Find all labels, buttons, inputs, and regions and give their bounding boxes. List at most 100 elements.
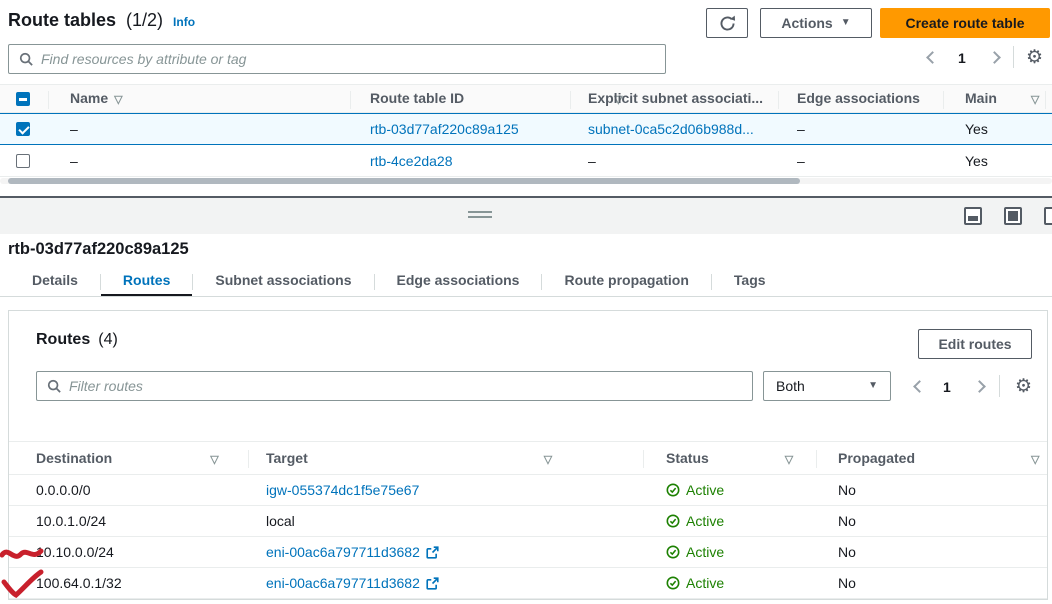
routes-count: (4) [98, 331, 118, 349]
select-all-checkbox[interactable] [16, 92, 30, 106]
route-scope-select[interactable]: Both ▼ [763, 371, 891, 401]
prev-page-button[interactable] [920, 46, 942, 68]
page-number[interactable]: 1 [958, 50, 966, 66]
cell-main: Yes [965, 153, 988, 169]
layout-bottom-panel-icon[interactable] [964, 207, 982, 225]
cell-status: Active [666, 544, 724, 560]
layout-side-panel-icon[interactable] [1044, 207, 1052, 225]
column-header-edge-associations[interactable]: Edge associations [797, 90, 920, 106]
route-tables-console: Route tables (1/2) Info Actions ▼ Create… [0, 0, 1052, 604]
row-checkbox[interactable] [16, 154, 30, 168]
horizontal-scrollbar-track [0, 178, 1052, 184]
target-link[interactable]: eni-00ac6a797711d3682 [266, 575, 439, 591]
tab-tags[interactable]: Tags [712, 266, 788, 297]
page-title: Route tables [8, 10, 116, 31]
status-active-icon [666, 483, 680, 497]
sort-icon: ▽ [785, 454, 793, 466]
next-page-button[interactable] [982, 46, 1004, 68]
divider [1013, 46, 1014, 68]
tab-subnet-associations[interactable]: Subnet associations [193, 266, 373, 297]
sort-icon: ▽ [1031, 94, 1039, 106]
routes-prev-page-button[interactable] [907, 375, 929, 397]
cell-subnet: – [588, 153, 596, 169]
split-drag-handle[interactable] [468, 211, 492, 218]
create-route-table-button[interactable]: Create route table [880, 8, 1050, 38]
target-link[interactable]: eni-00ac6a797711d3682 [266, 544, 439, 560]
filter-routes-input[interactable] [69, 378, 742, 394]
routes-panel-header: Routes (4) [36, 331, 118, 349]
routes-header-row: Destination▽ Target▽ Status▽ Propagated▽ [9, 441, 1047, 475]
route-scope-value: Both [776, 378, 805, 394]
search-input[interactable] [41, 51, 655, 67]
column-header-destination[interactable]: Destination▽ [36, 450, 219, 466]
tab-details[interactable]: Details [10, 266, 100, 297]
chevron-down-icon: ▼ [841, 18, 851, 28]
column-header-status[interactable]: Status▽ [666, 450, 793, 466]
page-count: (1/2) [126, 10, 163, 31]
split-pane-toolbar [0, 198, 1052, 234]
create-label: Create route table [905, 15, 1024, 31]
cell-destination: 10.10.0.0/24 [36, 544, 114, 560]
layout-full-panel-icon[interactable] [1004, 207, 1022, 225]
tabs-bottom-border [0, 296, 1052, 297]
refresh-icon [719, 15, 736, 32]
subnet-association-link[interactable]: subnet-0ca5c2d06b988d... [588, 121, 754, 137]
cell-edge: – [797, 153, 805, 169]
status-active-icon [666, 576, 680, 590]
cell-status: Active [666, 482, 724, 498]
detail-tabs: Details Routes Subnet associations Edge … [10, 266, 788, 297]
edit-routes-button[interactable]: Edit routes [918, 329, 1032, 359]
sort-icon: ▽ [544, 454, 552, 466]
sort-icon: ▽ [1031, 454, 1039, 466]
refresh-button[interactable] [706, 8, 748, 38]
sort-icon: ▽ [210, 454, 218, 466]
route-row: 10.0.1.0/24 local Active No [9, 507, 1047, 537]
route-table-id-link[interactable]: rtb-4ce2da28 [370, 153, 453, 169]
target-link[interactable]: igw-055374dc1f5e75e67 [266, 482, 419, 498]
sort-icon: ▽ [114, 94, 122, 106]
cell-edge: – [797, 121, 805, 137]
cell-destination: 100.64.0.1/32 [36, 575, 122, 591]
column-header-main[interactable]: Main▽ [965, 90, 1039, 106]
horizontal-scrollbar-thumb[interactable] [8, 178, 800, 184]
table-row: – rtb-4ce2da28 – – Yes [0, 146, 1052, 177]
table-row-selected: – rtb-03d77af220c89a125 subnet-0ca5c2d06… [0, 113, 1052, 145]
routes-settings-gear-icon[interactable]: ⚙ [1015, 377, 1032, 396]
search-icon [19, 52, 33, 66]
tab-routes[interactable]: Routes [101, 266, 192, 297]
filter-routes-search[interactable] [36, 371, 753, 401]
column-header-explicit-subnet[interactable]: Explicit subnet associati... [588, 90, 763, 106]
routes-page-number[interactable]: 1 [943, 379, 951, 395]
cell-main: Yes [965, 121, 988, 137]
settings-gear-icon[interactable]: ⚙ [1026, 48, 1043, 67]
search-icon [47, 379, 61, 393]
tab-edge-associations[interactable]: Edge associations [375, 266, 542, 297]
info-link[interactable]: Info [173, 15, 195, 29]
cell-name: – [70, 153, 78, 169]
status-active-icon [666, 545, 680, 559]
routes-title: Routes [36, 331, 90, 349]
route-table-id-link[interactable]: rtb-03d77af220c89a125 [370, 121, 519, 137]
find-resources-search[interactable] [8, 44, 666, 74]
column-header-route-table-id[interactable]: Route table ID▽ [370, 90, 623, 106]
cell-propagated: No [838, 544, 856, 560]
cell-propagated: No [838, 575, 856, 591]
external-link-icon [426, 546, 439, 559]
column-header-propagated[interactable]: Propagated▽ [838, 450, 1039, 466]
actions-button[interactable]: Actions ▼ [760, 8, 872, 38]
column-header-name[interactable]: Name▽ [70, 90, 123, 106]
status-active-icon [666, 514, 680, 528]
page-header: Route tables (1/2) Info [8, 10, 195, 31]
divider [999, 375, 1000, 397]
cell-propagated: No [838, 482, 856, 498]
cell-destination: 0.0.0.0/0 [36, 482, 91, 498]
tab-route-propagation[interactable]: Route propagation [542, 266, 710, 297]
column-header-target[interactable]: Target▽ [266, 450, 552, 466]
row-checkbox[interactable] [16, 122, 30, 136]
route-row: 10.10.0.0/24 eni-00ac6a797711d3682 Activ… [9, 538, 1047, 568]
routes-next-page-button[interactable] [967, 375, 989, 397]
actions-label: Actions [781, 15, 832, 31]
external-link-icon [426, 577, 439, 590]
route-row: 100.64.0.1/32 eni-00ac6a797711d3682 Acti… [9, 569, 1047, 599]
cell-status: Active [666, 513, 724, 529]
